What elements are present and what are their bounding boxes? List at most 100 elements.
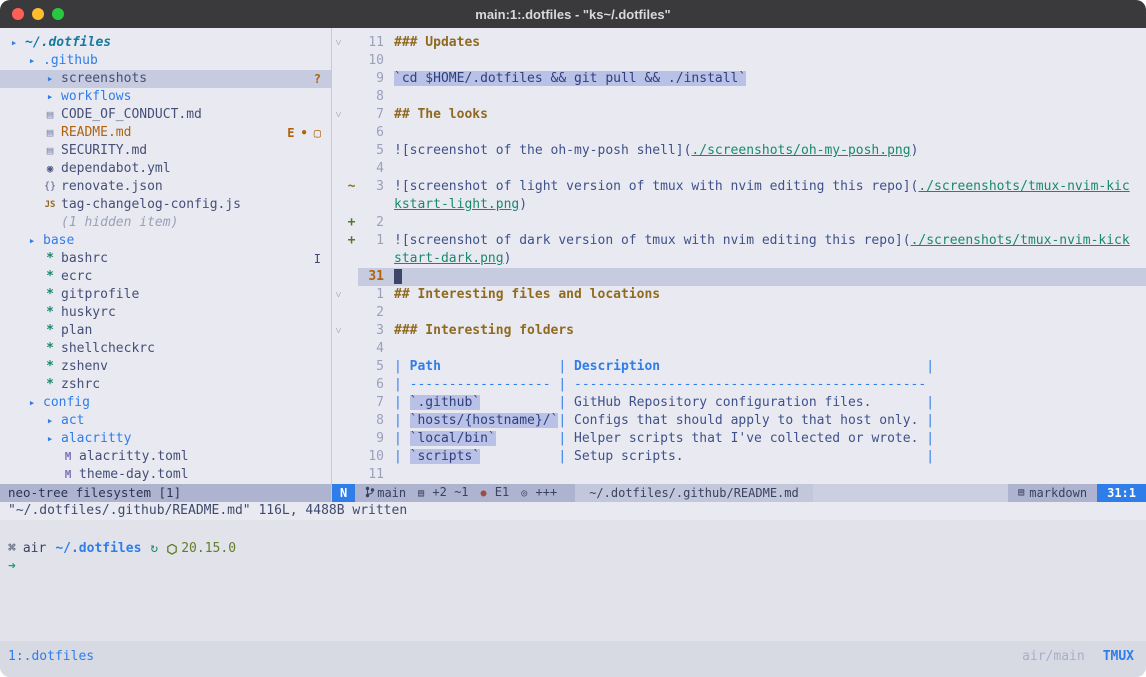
tree-item-label: zshenv xyxy=(61,358,108,376)
line-text: ![screenshot of the oh-my-posh shell](./… xyxy=(386,142,1146,160)
tree-item-security-md[interactable]: ▤SECURITY.md xyxy=(0,142,331,160)
tree-item-1-hidden-item[interactable]: (1 hidden item) xyxy=(0,214,331,232)
editor-line[interactable]: 5| Path | Description | xyxy=(332,358,1146,376)
fold-marker[interactable]: ˅ xyxy=(332,322,345,340)
shell-area[interactable]: ⌘ air ~/.dotfiles ↻ 20.15.0 ➜ xyxy=(0,520,1146,641)
tree-item-ecrc[interactable]: *ecrc xyxy=(0,268,331,286)
tree-item-workflows[interactable]: ▸workflows xyxy=(0,88,331,106)
tree-item-screenshots[interactable]: ▸screenshots? xyxy=(0,70,331,88)
editor-line[interactable]: ~3![screenshot of light version of tmux … xyxy=(332,178,1146,196)
git-sign: ~ xyxy=(345,178,358,196)
fold-marker[interactable]: ˅ xyxy=(332,34,345,52)
fold-column xyxy=(332,448,345,466)
editor-line[interactable]: 6| ------------------ | ----------------… xyxy=(332,376,1146,394)
editor-line[interactable]: +1![screenshot of dark version of tmux w… xyxy=(332,232,1146,250)
git-branch-item[interactable]: main xyxy=(365,484,406,502)
line-text: ### Interesting folders xyxy=(386,322,1146,340)
editor-line[interactable]: 5![screenshot of the oh-my-posh shell](.… xyxy=(332,142,1146,160)
line-text xyxy=(386,214,1146,232)
tree-item-huskyrc[interactable]: *huskyrc xyxy=(0,304,331,322)
line-number: 8 xyxy=(358,88,386,106)
tmux-session-name: air/main xyxy=(1022,648,1085,666)
tree-item-alacritty-toml[interactable]: Malacritty.toml xyxy=(0,448,331,466)
tree-item-github[interactable]: ▸.github xyxy=(0,52,331,70)
editor-line[interactable]: 2 xyxy=(332,304,1146,322)
tree-item-act[interactable]: ▸act xyxy=(0,412,331,430)
tree-item-zshrc[interactable]: *zshrc xyxy=(0,376,331,394)
traffic-lights xyxy=(12,0,64,28)
editor-line[interactable]: 31 xyxy=(332,268,1146,286)
tree-item-gitprofile[interactable]: *gitprofile xyxy=(0,286,331,304)
tree-item-renovate-json[interactable]: {}renovate.json xyxy=(0,178,331,196)
tmux-statusbar: 1:.dotfiles air/main TMUX xyxy=(0,641,1146,677)
fold-column xyxy=(332,412,345,430)
tree-item-plan[interactable]: *plan xyxy=(0,322,331,340)
tree-item-alacritty[interactable]: ▸alacritty xyxy=(0,430,331,448)
tree-item-theme-day-toml[interactable]: Mtheme-day.toml xyxy=(0,466,331,484)
editor-line[interactable]: 11 xyxy=(332,466,1146,484)
editor-line[interactable]: 9| `local/bin` | Helper scripts that I'v… xyxy=(332,430,1146,448)
editor-line[interactable]: 8 xyxy=(332,88,1146,106)
editor-line[interactable]: ˅7## The looks xyxy=(332,106,1146,124)
editor-line[interactable]: 4 xyxy=(332,160,1146,178)
line-text xyxy=(386,160,1146,178)
diagnostics-count: E1 xyxy=(495,485,509,499)
git-sign xyxy=(345,430,358,448)
shell-prompt-arrow-line: ➜ xyxy=(8,558,1138,576)
editor-line[interactable]: +2 xyxy=(332,214,1146,232)
minimize-button[interactable] xyxy=(32,8,44,20)
fold-column xyxy=(332,124,345,142)
tree-item-readme-md[interactable]: ▤README.mdE•▢ xyxy=(0,124,331,142)
tmux-window-item[interactable]: 1:.dotfiles xyxy=(8,648,94,666)
tree-item-dependabot-yml[interactable]: ◉dependabot.yml xyxy=(0,160,331,178)
folder-icon: ▸ xyxy=(42,70,58,88)
cwd-path: ~/.dotfiles xyxy=(55,540,141,558)
buffer[interactable]: ˅11### Updates109`cd $HOME/.dotfiles && … xyxy=(332,28,1146,484)
editor-line[interactable]: ˅11### Updates xyxy=(332,34,1146,52)
fold-marker[interactable]: ˅ xyxy=(332,106,345,124)
tree-item-bashrc[interactable]: *bashrcI xyxy=(0,250,331,268)
tree-item-label: bashrc xyxy=(61,250,108,268)
editor-line[interactable]: 8| `hosts/{hostname}/`| Configs that sho… xyxy=(332,412,1146,430)
line-number: 1 xyxy=(358,286,386,304)
statusline-extra: +++ xyxy=(536,485,558,499)
fold-column xyxy=(332,394,345,412)
editor-line[interactable]: 10 xyxy=(332,52,1146,70)
tree-badge: E xyxy=(287,124,294,142)
editor-line[interactable]: 7| `.github` | GitHub Repository configu… xyxy=(332,394,1146,412)
message-line: "~/.dotfiles/.github/README.md" 116L, 44… xyxy=(0,502,1146,520)
tree-item-dotfiles[interactable]: ▸~/.dotfiles xyxy=(0,34,331,52)
editor-line[interactable]: kstart-light.png) xyxy=(332,196,1146,214)
statusline-extra-item: ◎ +++ xyxy=(521,483,557,503)
line-text: | ------------------ | -----------------… xyxy=(386,376,1146,394)
tree-item-base[interactable]: ▸base xyxy=(0,232,331,250)
line-text: start-dark.png) xyxy=(386,250,1146,268)
line-number: 1 xyxy=(358,232,386,250)
tree-item-code-of-conduct-md[interactable]: ▤CODE_OF_CONDUCT.md xyxy=(0,106,331,124)
fold-column xyxy=(332,430,345,448)
tree-item-shellcheckrc[interactable]: *shellcheckrc xyxy=(0,340,331,358)
line-text xyxy=(386,88,1146,106)
editor-line[interactable]: ˅3### Interesting folders xyxy=(332,322,1146,340)
editor-line[interactable]: 6 xyxy=(332,124,1146,142)
shell-icon: * xyxy=(42,250,58,268)
line-text: kstart-light.png) xyxy=(386,196,1146,214)
fullscreen-button[interactable] xyxy=(52,8,64,20)
editor-line[interactable]: 10| `scripts` | Setup scripts. | xyxy=(332,448,1146,466)
tree-item-config[interactable]: ▸config xyxy=(0,394,331,412)
editor-line[interactable]: ˅1## Interesting files and locations xyxy=(332,286,1146,304)
fold-column xyxy=(332,250,345,268)
tree-item-zshenv[interactable]: *zshenv xyxy=(0,358,331,376)
tree-item-label: base xyxy=(43,232,74,250)
statusline-filename[interactable]: ~/.dotfiles/.github/README.md xyxy=(575,484,813,502)
tree-item-badges: ? xyxy=(314,70,331,88)
line-number: 7 xyxy=(358,394,386,412)
close-button[interactable] xyxy=(12,8,24,20)
tree-item-label: renovate.json xyxy=(61,178,163,196)
fold-marker[interactable]: ˅ xyxy=(332,286,345,304)
editor-line[interactable]: 4 xyxy=(332,340,1146,358)
editor-line[interactable]: 9`cd $HOME/.dotfiles && git pull && ./in… xyxy=(332,70,1146,88)
nvim-area: ▸~/.dotfiles▸.github▸screenshots?▸workfl… xyxy=(0,28,1146,502)
editor-line[interactable]: start-dark.png) xyxy=(332,250,1146,268)
tree-item-tag-changelog-config-js[interactable]: JStag-changelog-config.js xyxy=(0,196,331,214)
